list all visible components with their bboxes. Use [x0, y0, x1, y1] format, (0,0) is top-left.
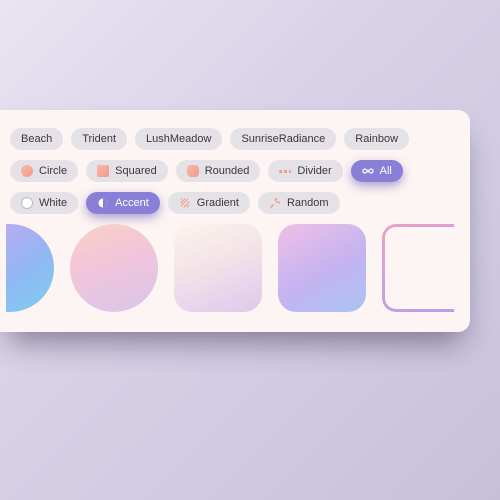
palette-row: Beach Trident LushMeadow SunriseRadiance…: [6, 128, 454, 150]
chip-label: Circle: [39, 165, 67, 177]
preview-shapes: [6, 224, 454, 312]
palette-chip-sunriseradiance[interactable]: SunriseRadiance: [230, 128, 336, 150]
fill-chip-gradient[interactable]: Gradient: [168, 192, 250, 214]
shape-palette-panel: Beach Trident LushMeadow SunriseRadiance…: [0, 110, 470, 332]
chip-label: Rainbow: [355, 133, 398, 145]
chip-label: LushMeadow: [146, 133, 211, 145]
fill-chip-accent[interactable]: Accent: [86, 192, 160, 214]
preview-square-outline[interactable]: [382, 224, 454, 312]
chip-label: Random: [287, 197, 329, 209]
shape-chip-rounded[interactable]: Rounded: [176, 160, 261, 182]
fill-chip-white[interactable]: White: [10, 192, 78, 214]
preview-rounded-light[interactable]: [174, 224, 262, 312]
infinity-icon: [362, 165, 374, 177]
chip-label: Beach: [21, 133, 52, 145]
palette-chip-beach[interactable]: Beach: [10, 128, 63, 150]
chip-label: SunriseRadiance: [241, 133, 325, 145]
chip-label: Squared: [115, 165, 157, 177]
fill-chip-random[interactable]: Random: [258, 192, 340, 214]
chip-label: Rounded: [205, 165, 250, 177]
shape-chip-divider[interactable]: Divider: [268, 160, 342, 182]
divider-icon: [279, 165, 291, 177]
random-icon: [269, 197, 281, 209]
chip-label: All: [380, 165, 392, 177]
shape-chip-squared[interactable]: Squared: [86, 160, 168, 182]
preview-circle-gradient-2[interactable]: [70, 224, 158, 312]
gradient-icon: [179, 197, 191, 209]
preview-rounded-purple[interactable]: [278, 224, 366, 312]
contrast-icon: [97, 197, 109, 209]
chip-label: Accent: [115, 197, 149, 209]
palette-chip-lushmeadow[interactable]: LushMeadow: [135, 128, 222, 150]
shape-row: Circle Squared Rounded Divider All: [6, 160, 454, 182]
squared-icon: [97, 165, 109, 177]
fill-row: White Accent Gradient Random: [6, 192, 454, 214]
rounded-icon: [187, 165, 199, 177]
chip-label: White: [39, 197, 67, 209]
preview-circle-gradient-1[interactable]: [6, 224, 54, 312]
palette-chip-rainbow[interactable]: Rainbow: [344, 128, 409, 150]
white-swatch-icon: [21, 197, 33, 209]
shape-chip-all[interactable]: All: [351, 160, 403, 182]
chip-label: Gradient: [197, 197, 239, 209]
chip-label: Divider: [297, 165, 331, 177]
chip-label: Trident: [82, 133, 116, 145]
palette-chip-trident[interactable]: Trident: [71, 128, 127, 150]
shape-chip-circle[interactable]: Circle: [10, 160, 78, 182]
circle-icon: [21, 165, 33, 177]
